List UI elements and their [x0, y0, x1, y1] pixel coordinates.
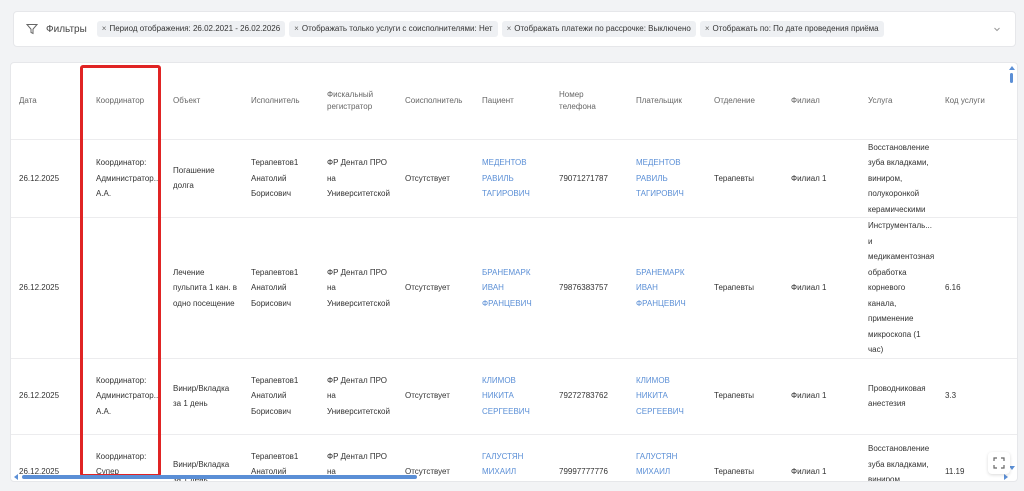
cell-object: Лечение пульпита 1 кан. в одно посещение	[165, 217, 243, 359]
cell-coordinator: Координатор: Администратор... А.А.	[88, 358, 165, 435]
column-header-service[interactable]: Услуга	[860, 63, 937, 140]
table-row[interactable]: 26.12.2025 Координатор: Администратор...…	[11, 139, 1017, 218]
column-header-payer[interactable]: Плательщик	[628, 63, 706, 140]
column-header-date[interactable]: Дата	[11, 63, 88, 140]
cell-fiscal: ФР Дентал ПРО на Университетской	[319, 139, 397, 218]
filter-chip-period[interactable]: × Период отображения: 26.02.2021 - 26.02.…	[96, 21, 286, 37]
scroll-up-arrow-icon[interactable]	[1009, 66, 1015, 70]
filter-chip-coexecutors[interactable]: × Отображать только услуги с соисполнител…	[289, 21, 498, 37]
filters-title: Фильтры	[46, 23, 87, 35]
cell-department: Терапевты	[706, 139, 783, 218]
cell-code	[937, 139, 1017, 218]
cell-fiscal: ФР Дентал ПРО на Университетской	[319, 358, 397, 435]
cell-service: Инструменталь... и медикаментозная обраб…	[860, 217, 937, 359]
cell-coordinator	[88, 217, 165, 359]
filters-panel[interactable]: Фильтры × Период отображения: 26.02.2021 …	[13, 11, 1016, 47]
horizontal-scrollbar[interactable]	[14, 474, 1008, 480]
cell-service: Восстановление зуба вкладками, виниром, …	[860, 139, 937, 218]
cell-date: 26.12.2025	[11, 217, 88, 359]
vertical-scrollbar[interactable]	[1008, 66, 1016, 470]
vertical-scroll-thumb[interactable]	[1010, 73, 1013, 83]
cell-phone: 79272783762	[551, 358, 628, 435]
cell-patient-link[interactable]: МЕДЕНТОВ РАВИЛЬ ТАГИРОВИЧ	[474, 139, 551, 218]
table-row[interactable]: 26.12.2025 Лечение пульпита 1 кан. в одн…	[11, 217, 1017, 359]
cell-branch: Филиал 1	[783, 139, 860, 218]
column-header-phone[interactable]: Номер телефона	[551, 63, 628, 140]
scroll-left-arrow-icon[interactable]	[14, 474, 18, 480]
cell-coordinator: Координатор: Администратор... А.А.	[88, 139, 165, 218]
cell-phone: 79876383757	[551, 217, 628, 359]
table-row[interactable]: 26.12.2025 Координатор: Администратор...…	[11, 358, 1017, 435]
column-header-branch[interactable]: Филиал	[783, 63, 860, 140]
table-header-row: Дата Координатор Объект Исполнитель Фиск…	[11, 63, 1017, 140]
chip-remove-icon[interactable]: ×	[507, 24, 512, 33]
cell-phone: 79071271787	[551, 139, 628, 218]
column-header-coordinator[interactable]: Координатор	[88, 63, 165, 140]
column-header-patient[interactable]: Пациент	[474, 63, 551, 140]
cell-date: 26.12.2025	[11, 139, 88, 218]
chevron-down-icon[interactable]	[993, 25, 1001, 33]
cell-object: Погашение долга	[165, 139, 243, 218]
chip-remove-icon[interactable]: ×	[294, 24, 299, 33]
cell-department: Терапевты	[706, 358, 783, 435]
cell-object: Винир/Вкладка за 1 день	[165, 358, 243, 435]
report-table: Дата Координатор Объект Исполнитель Фиск…	[11, 63, 1017, 481]
column-header-fiscal[interactable]: Фискальный регистратор	[319, 63, 397, 140]
cell-branch: Филиал 1	[783, 358, 860, 435]
cell-executor: Терапевтов1 Анатолий Борисович	[243, 139, 319, 218]
report-table-card: Дата Координатор Объект Исполнитель Фиск…	[10, 62, 1018, 482]
cell-coexecutor: Отсутствует	[397, 139, 474, 218]
cell-patient-link[interactable]: БРАНЕМАРК ИВАН ФРАНЦЕВИЧ	[474, 217, 551, 359]
cell-service: Проводниковая анестезия	[860, 358, 937, 435]
funnel-icon	[26, 24, 38, 35]
cell-fiscal: ФР Дентал ПРО на Университетской	[319, 217, 397, 359]
cell-executor: Терапевтов1 Анатолий Борисович	[243, 217, 319, 359]
cell-payer-link[interactable]: МЕДЕНТОВ РАВИЛЬ ТАГИРОВИЧ	[628, 139, 706, 218]
column-header-coexecutor[interactable]: Соисполнитель	[397, 63, 474, 140]
chip-remove-icon[interactable]: ×	[102, 24, 107, 33]
cell-code: 3.3	[937, 358, 1017, 435]
cell-coexecutor: Отсутствует	[397, 217, 474, 359]
column-header-department[interactable]: Отделение	[706, 63, 783, 140]
cell-coexecutor: Отсутствует	[397, 358, 474, 435]
filter-chip-installments[interactable]: × Отображать платежи по рассрочке: Выключ…	[501, 21, 696, 37]
cell-payer-link[interactable]: БРАНЕМАРК ИВАН ФРАНЦЕВИЧ	[628, 217, 706, 359]
cell-code: 6.16	[937, 217, 1017, 359]
scroll-right-arrow-icon[interactable]	[1004, 474, 1008, 480]
fullscreen-icon	[993, 457, 1005, 469]
cell-executor: Терапевтов1 Анатолий Борисович	[243, 358, 319, 435]
cell-patient-link[interactable]: КЛИМОВ НИКИТА СЕРГЕЕВИЧ	[474, 358, 551, 435]
cell-payer-link[interactable]: КЛИМОВ НИКИТА СЕРГЕЕВИЧ	[628, 358, 706, 435]
column-header-code[interactable]: Код услуги	[937, 63, 1017, 140]
chip-remove-icon[interactable]: ×	[705, 24, 710, 33]
cell-branch: Филиал 1	[783, 217, 860, 359]
horizontal-scroll-thumb[interactable]	[22, 475, 417, 479]
column-header-executor[interactable]: Исполнитель	[243, 63, 319, 140]
filter-chip-display-by[interactable]: × Отображать по: По дате проведения приём…	[699, 21, 884, 37]
fullscreen-button[interactable]	[988, 452, 1010, 474]
column-header-object[interactable]: Объект	[165, 63, 243, 140]
cell-date: 26.12.2025	[11, 358, 88, 435]
cell-department: Терапевты	[706, 217, 783, 359]
